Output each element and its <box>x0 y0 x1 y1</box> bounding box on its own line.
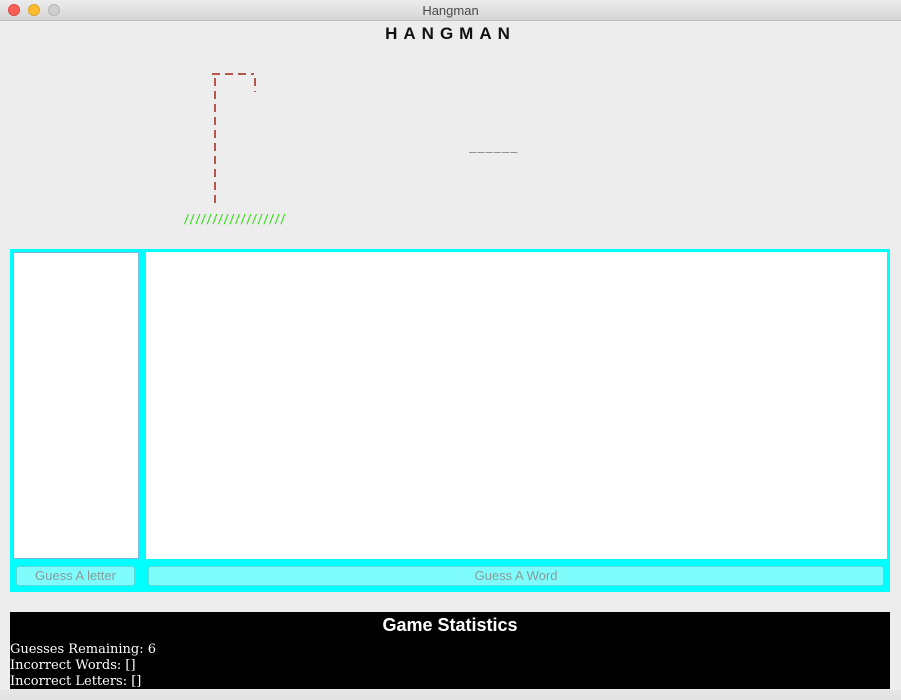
incorrect-letters-text: Incorrect Letters: [] <box>10 674 142 689</box>
guess-panel: Guess A letter Guess A Word <box>10 249 890 592</box>
word-input[interactable] <box>146 252 887 559</box>
game-statistics-panel: Game Statistics Guesses Remaining: 6 Inc… <box>10 612 890 689</box>
letter-input[interactable] <box>13 252 139 559</box>
gallows-ground: ////////////////// <box>184 212 286 226</box>
guess-letter-button[interactable]: Guess A letter <box>16 566 135 586</box>
stats-title: Game Statistics <box>382 615 518 635</box>
window-bottom-edge <box>0 690 901 700</box>
guesses-remaining-text: Guesses Remaining: 6 <box>10 642 157 657</box>
guess-word-button[interactable]: Guess A Word <box>148 566 884 586</box>
gallows-drawing: ////////////////// <box>184 73 286 226</box>
gallows-frame <box>212 73 256 208</box>
incorrect-words-text: Incorrect Words: [] <box>10 658 136 673</box>
word-blanks: ______ <box>469 139 519 153</box>
